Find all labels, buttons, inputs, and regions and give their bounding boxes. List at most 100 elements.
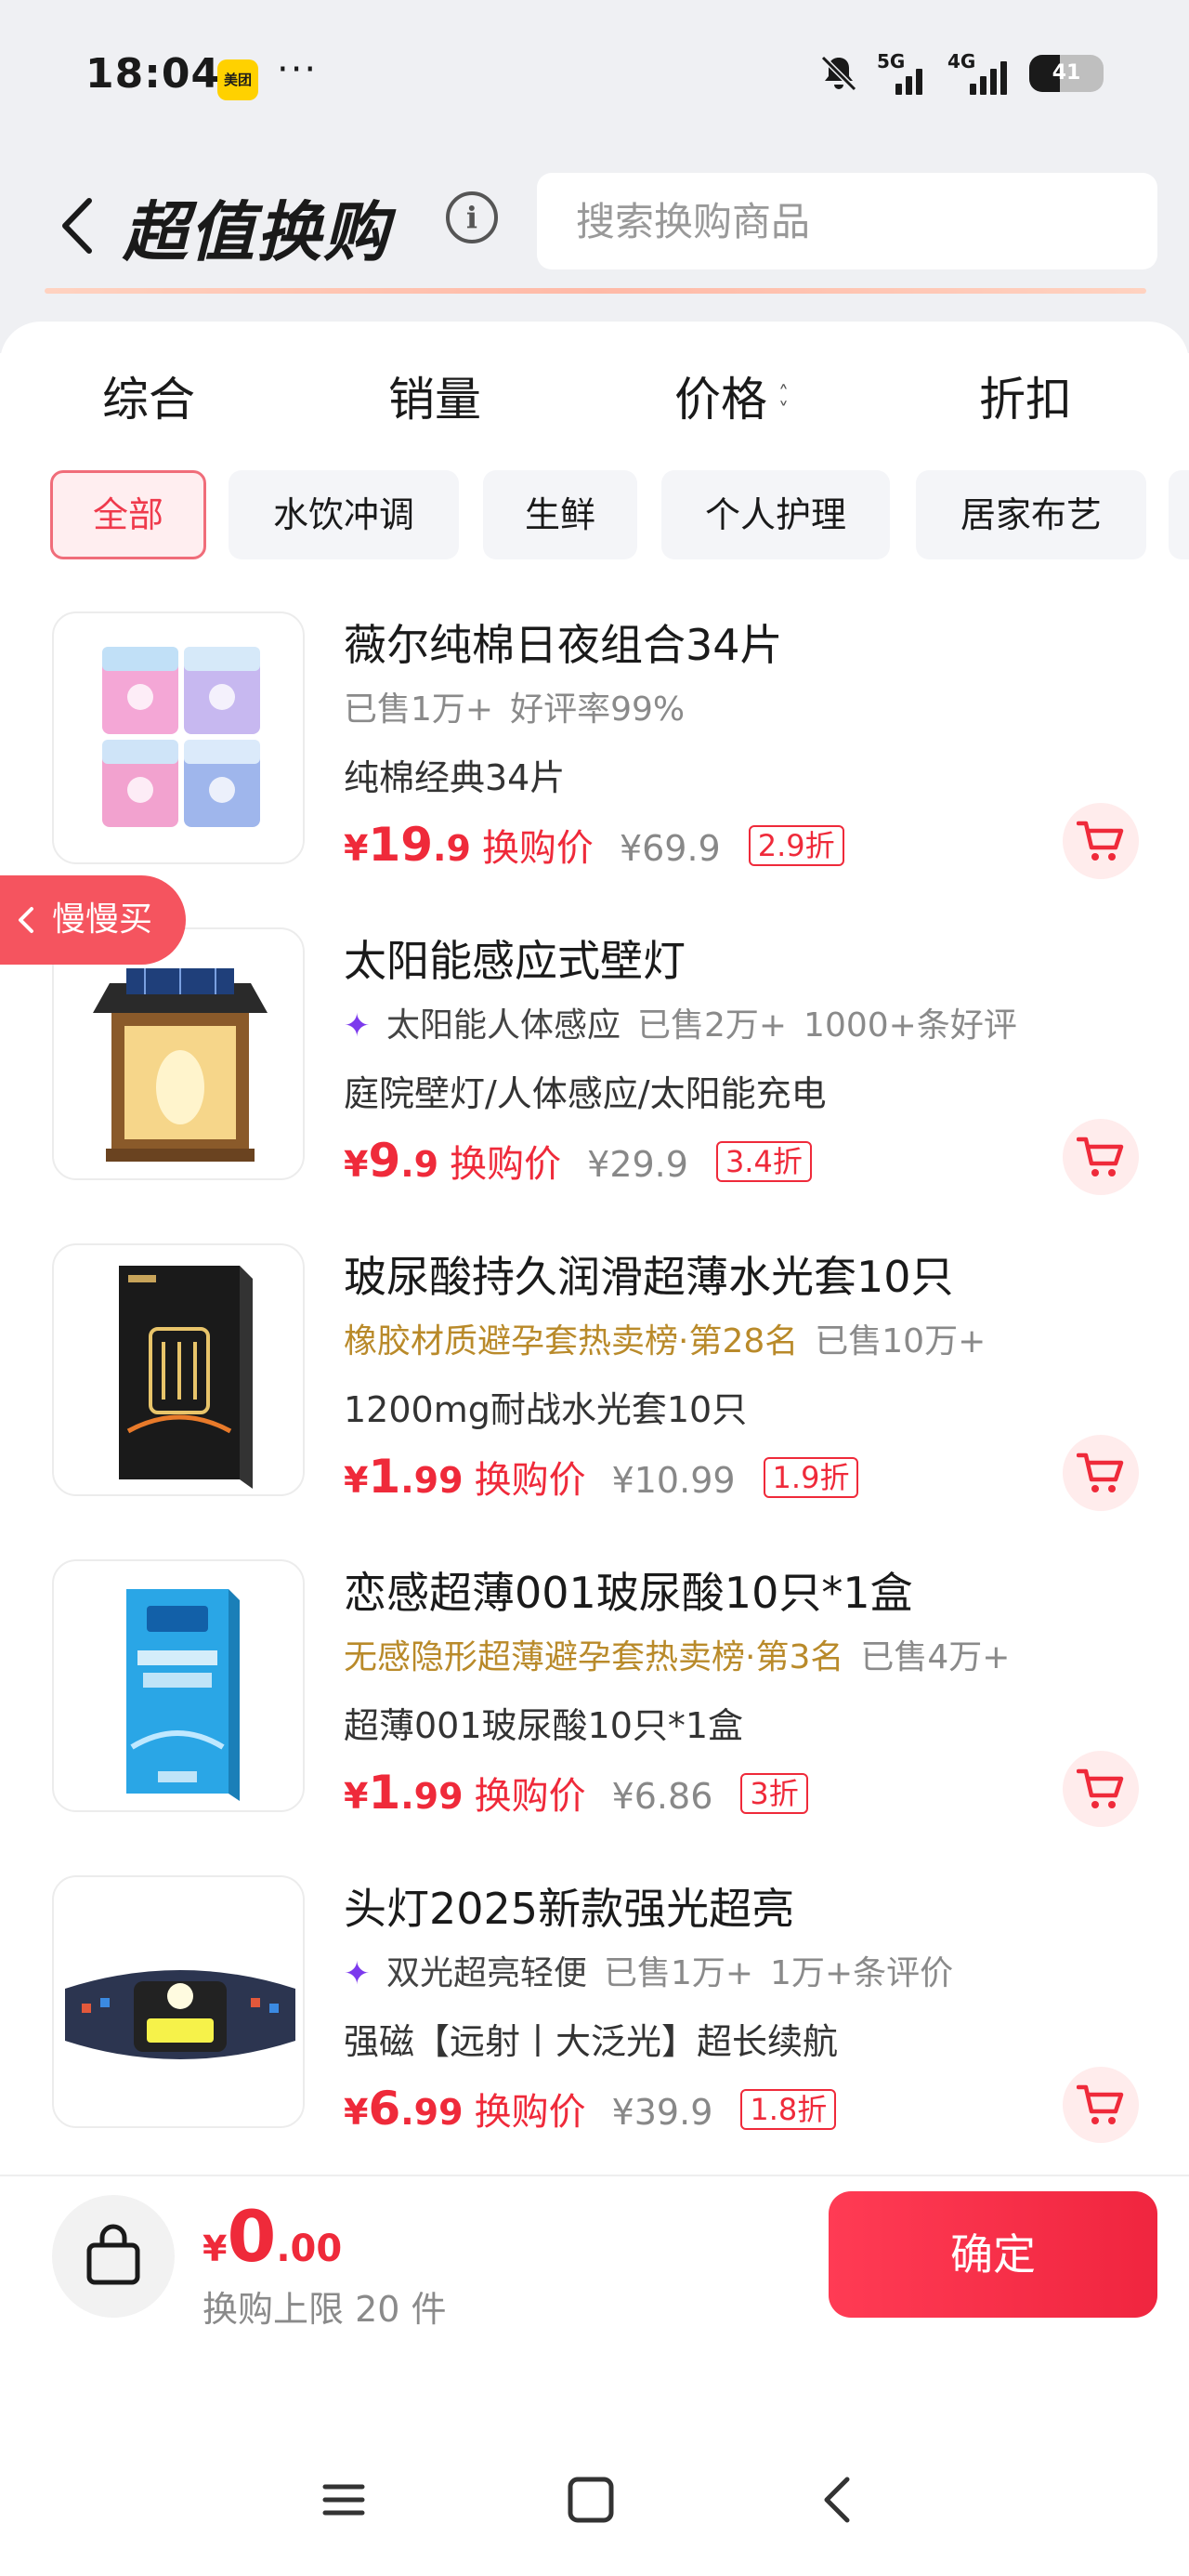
- product-image: [52, 1875, 305, 2128]
- ranking-tag[interactable]: 无感隐形超薄避孕套热卖榜·第3名: [344, 1638, 843, 1676]
- price-row: ¥1.99 换购价 ¥10.99 1.9折: [344, 1450, 859, 1505]
- price: 1: [368, 1450, 401, 1504]
- category-chips: 全部 水饮冲调 生鲜 个人护理 居家布艺: [0, 470, 1189, 563]
- highlight-tag: 太阳能人体感应: [385, 1006, 621, 1045]
- home-icon[interactable]: [554, 2463, 628, 2537]
- price-row: ¥6.99 换购价 ¥39.9 1.8折: [344, 2082, 837, 2137]
- menu-icon[interactable]: [307, 2463, 381, 2537]
- rating: 好评率99%: [510, 690, 686, 729]
- price-row: ¥1.99 换购价 ¥6.86 3折: [344, 1766, 808, 1821]
- original-price: ¥10.99: [611, 1460, 736, 1501]
- floating-tag-label: 慢慢买: [52, 900, 153, 939]
- product-meta: 橡胶材质避孕套热卖榜·第28名 已售10万+: [344, 1314, 986, 1362]
- product-item[interactable]: 恋感超薄001玻尿酸10只*1盒 无感隐形超薄避孕套热卖榜·第3名 已售4万+ 超…: [0, 1559, 1189, 1829]
- add-to-cart-button[interactable]: [1063, 1435, 1139, 1511]
- discount-badge: 2.9折: [748, 825, 844, 866]
- add-to-cart-button[interactable]: [1063, 803, 1139, 879]
- chip-personal-care[interactable]: 个人护理: [661, 470, 890, 559]
- product-desc: 纯棉经典34片: [344, 757, 566, 798]
- product-image: [52, 927, 305, 1180]
- sales-count: 已售1万+: [344, 690, 494, 729]
- sort-tab-sales[interactable]: 销量: [388, 362, 481, 437]
- price-label: 换购价: [481, 827, 594, 870]
- sales-count: 已售1万+: [603, 1954, 754, 1992]
- chip-drinks[interactable]: 水饮冲调: [229, 470, 459, 559]
- price-row: ¥19.9 换购价 ¥69.9 2.9折: [344, 818, 844, 874]
- more-notifications-icon: ···: [277, 48, 319, 91]
- discount-badge: 3.4折: [715, 1141, 812, 1182]
- sort-tab-comprehensive[interactable]: 综合: [102, 362, 195, 437]
- product-title: 太阳能感应式壁灯: [344, 936, 686, 986]
- cart-icon: [1077, 1452, 1124, 1492]
- sparkle-icon: ✦: [344, 1007, 371, 1045]
- price-label: 换购价: [450, 1143, 562, 1186]
- chip-home-textiles[interactable]: 居家布艺: [916, 470, 1146, 559]
- confirm-button[interactable]: 确定: [829, 2191, 1157, 2318]
- add-to-cart-button[interactable]: [1063, 2067, 1139, 2143]
- sparkle-icon: ✦: [344, 1955, 371, 1992]
- sort-tab-discount[interactable]: 折扣: [979, 362, 1072, 437]
- product-meta: 已售1万+ 好评率99%: [344, 682, 685, 730]
- original-price: ¥29.9: [587, 1144, 688, 1185]
- back-icon[interactable]: [801, 2463, 875, 2537]
- purchase-limit: 换购上限 20 件: [203, 2289, 447, 2330]
- status-bar: 18:04 美团 ··· 5G 4G 41: [0, 0, 1189, 158]
- product-item[interactable]: 太阳能感应式壁灯 ✦ 太阳能人体感应 已售2万+ 1000+条好评 庭院壁灯/人体感…: [0, 927, 1189, 1197]
- product-desc: 1200mg耐战水光套10只: [344, 1389, 748, 1430]
- sort-tab-price-label: 价格: [674, 373, 767, 427]
- cart-icon: [1077, 821, 1124, 861]
- shopping-bag-icon: [86, 2224, 140, 2285]
- discount-badge: 1.8折: [740, 2089, 837, 2130]
- price-label: 换购价: [474, 1459, 586, 1502]
- search-input[interactable]: [537, 173, 1157, 269]
- original-price: ¥6.86: [611, 1776, 713, 1817]
- add-to-cart-button[interactable]: [1063, 1119, 1139, 1195]
- cart-icon: [1077, 1137, 1124, 1176]
- page-title: 超值换购: [123, 194, 390, 270]
- battery-icon: 41: [1029, 55, 1104, 92]
- highlight-tag: 双光超亮轻便: [385, 1954, 587, 1992]
- chip-fresh[interactable]: 生鲜: [483, 470, 637, 559]
- search-box[interactable]: [537, 173, 1157, 269]
- sort-tab-price[interactable]: 价格 ˄ ˅: [674, 362, 789, 437]
- discount-badge: 3折: [740, 1773, 808, 1814]
- chip-more[interactable]: [1169, 470, 1189, 559]
- original-price: ¥39.9: [611, 2092, 713, 2133]
- floating-tag[interactable]: 慢慢买: [0, 875, 186, 965]
- product-image: [52, 1243, 305, 1496]
- original-price: ¥69.9: [619, 828, 721, 869]
- total-price: ¥0.00: [203, 2195, 343, 2278]
- sales-count: 已售4万+: [860, 1638, 1011, 1676]
- product-meta: 无感隐形超薄避孕套热卖榜·第3名 已售4万+: [344, 1630, 1010, 1678]
- sort-arrows-icon: ˄ ˅: [778, 382, 789, 423]
- add-to-cart-button[interactable]: [1063, 1751, 1139, 1827]
- price: 6: [368, 2082, 401, 2136]
- price-label: 换购价: [474, 2091, 586, 2134]
- product-meta: ✦ 太阳能人体感应 已售2万+ 1000+条好评: [344, 998, 1017, 1046]
- product-item[interactable]: 薇尔纯棉日夜组合34片 已售1万+ 好评率99% 纯棉经典34片 ¥19.9 换购价…: [0, 611, 1189, 881]
- info-icon[interactable]: i: [446, 191, 498, 243]
- product-item[interactable]: 玻尿酸持久润滑超薄水光套10只 橡胶材质避孕套热卖榜·第28名 已售10万+ 12…: [0, 1243, 1189, 1513]
- product-desc: 强磁【远射丨大泛光】超长续航: [344, 2021, 839, 2062]
- price-row: ¥9.9 换购价 ¥29.9 3.4折: [344, 1134, 812, 1189]
- shopping-bag-button[interactable]: [52, 2195, 175, 2318]
- chip-all[interactable]: 全部: [50, 470, 206, 559]
- header-accent-line: [45, 288, 1146, 294]
- sales-count: 已售2万+: [636, 1006, 788, 1045]
- price: 1: [368, 1766, 401, 1820]
- review-count: 1000+条好评: [804, 1006, 1017, 1045]
- review-count: 1万+条评价: [770, 1954, 954, 1992]
- price-label: 换购价: [474, 1775, 586, 1818]
- product-meta: ✦ 双光超亮轻便 已售1万+ 1万+条评价: [344, 1946, 953, 1994]
- back-arrow-icon[interactable]: [48, 184, 104, 268]
- product-item[interactable]: 头灯2025新款强光超亮 ✦ 双光超亮轻便 已售1万+ 1万+条评价 强磁【远射丨大…: [0, 1875, 1189, 2145]
- discount-badge: 1.9折: [763, 1457, 859, 1498]
- ranking-tag[interactable]: 橡胶材质避孕套热卖榜·第28名: [344, 1322, 798, 1360]
- product-desc: 庭院壁灯/人体感应/太阳能充电: [344, 1073, 827, 1114]
- product-title: 恋感超薄001玻尿酸10只*1盒: [344, 1568, 913, 1618]
- main-card: 综合 销量 价格 ˄ ˅ 折扣 全部 水饮冲调 生鲜 个人护理 居家布艺 薇尔纯棉日…: [0, 322, 1189, 2236]
- product-title: 玻尿酸持久润滑超薄水光套10只: [344, 1252, 954, 1302]
- signal-5g-icon: 5G: [877, 50, 931, 95]
- meituan-app-icon: 美团: [217, 59, 258, 100]
- header: 超值换购 i: [0, 167, 1189, 288]
